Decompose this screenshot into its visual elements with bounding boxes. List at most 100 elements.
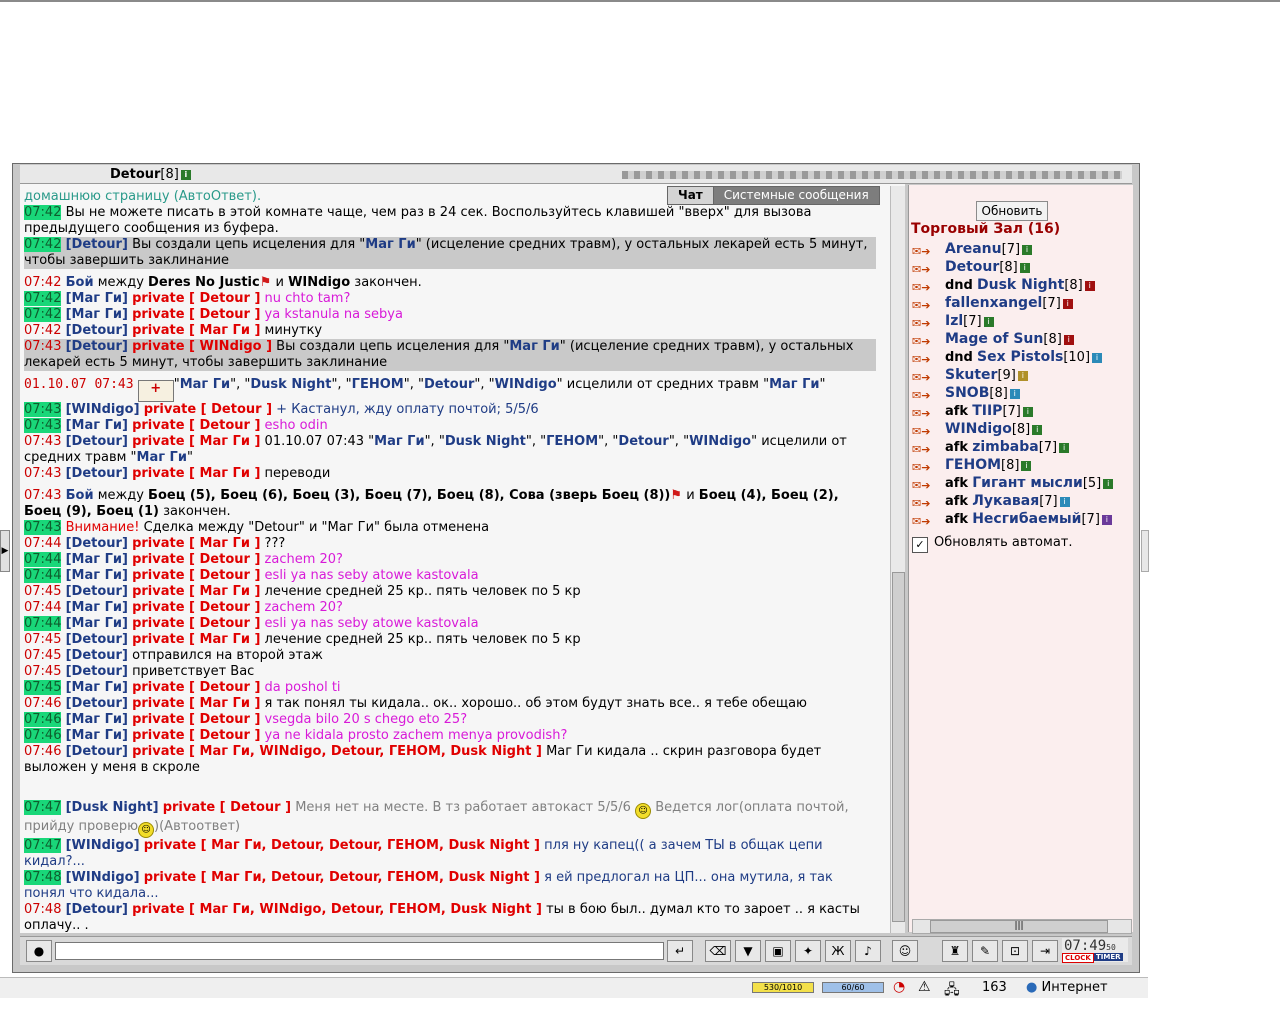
info-icon[interactable]: i bbox=[983, 317, 994, 327]
user-name-link[interactable]: zimbaba bbox=[972, 439, 1038, 455]
nick-link[interactable]: [Detour] bbox=[66, 434, 128, 449]
private-message-icon[interactable]: ✉➔ bbox=[912, 243, 930, 258]
info-icon[interactable]: i bbox=[1017, 371, 1028, 381]
info-icon[interactable]: i bbox=[1009, 389, 1020, 399]
info-icon[interactable]: i bbox=[1084, 281, 1095, 291]
user-list-item[interactable]: ✉➔ afk Несгибаемый[7] i bbox=[912, 510, 1132, 528]
info-icon[interactable]: i bbox=[1022, 407, 1033, 417]
user-entry[interactable]: Detour[8] i bbox=[945, 258, 1030, 277]
nick-link[interactable]: [Dusk Night] bbox=[66, 800, 159, 815]
user-list-item[interactable]: ✉➔ ГЕНОМ[8] i bbox=[912, 456, 1132, 474]
user-entry[interactable]: afk TIIP[7] i bbox=[945, 402, 1033, 421]
private-message-icon[interactable]: ✉➔ bbox=[912, 423, 930, 438]
nick-link[interactable]: [Маг Ги] bbox=[66, 418, 128, 433]
user-entry[interactable]: afk Гигант мысли[5] i bbox=[945, 474, 1114, 493]
user-entry[interactable]: dnd Dusk Night[8] i bbox=[945, 276, 1095, 295]
nick-link[interactable]: [Detour] bbox=[66, 664, 128, 679]
private-message-icon[interactable]: ✉➔ bbox=[912, 297, 930, 312]
message-input[interactable] bbox=[55, 942, 664, 960]
private-message-icon[interactable]: ✉➔ bbox=[912, 441, 930, 456]
nick-link[interactable]: [Detour] bbox=[66, 902, 128, 917]
private-message-icon[interactable]: ✉➔ bbox=[912, 459, 930, 474]
private-message-icon[interactable]: ✉➔ bbox=[912, 405, 930, 420]
nick-link[interactable]: [Маг Ги] bbox=[66, 600, 128, 615]
info-icon[interactable]: i bbox=[1059, 443, 1070, 453]
info-icon[interactable]: i bbox=[1063, 335, 1074, 345]
private-message-icon[interactable]: ✉➔ bbox=[912, 351, 930, 366]
checkbox-icon[interactable]: ✓ bbox=[912, 537, 928, 553]
sidebar-hscroll-thumb[interactable]: ||| bbox=[930, 920, 1108, 933]
nick-link[interactable]: [Detour] bbox=[66, 584, 128, 599]
user-list-item[interactable]: ✉➔ dnd Dusk Night[8] i bbox=[912, 276, 1132, 294]
nick-link[interactable]: [Маг Ги] bbox=[66, 728, 128, 743]
user-list-item[interactable]: ✉➔ afk Лукавая[7] i bbox=[912, 492, 1132, 510]
smiley-button-icon[interactable]: ☺ bbox=[892, 940, 918, 962]
nick-link[interactable]: [Маг Ги] bbox=[66, 568, 128, 583]
private-message-icon[interactable]: ✉➔ bbox=[912, 387, 930, 402]
user-name-link[interactable]: Skuter bbox=[945, 367, 997, 383]
user-entry[interactable]: SNOB[8] i bbox=[945, 384, 1020, 403]
user-name-link[interactable]: Izl bbox=[945, 313, 963, 329]
nick-link[interactable]: [WINdigo] bbox=[66, 870, 140, 885]
auto-refresh-checkbox[interactable]: ✓ Обновлять автомат. bbox=[912, 535, 1073, 553]
translit-icon[interactable]: Ж bbox=[825, 940, 851, 962]
info-icon[interactable]: i bbox=[1021, 461, 1032, 471]
private-message-icon[interactable]: ✉➔ bbox=[912, 495, 930, 510]
user-entry[interactable]: afk Лукавая[7] i bbox=[945, 492, 1070, 511]
smiles-icon[interactable]: ● bbox=[26, 940, 52, 962]
nick-link[interactable]: [Маг Ги] bbox=[66, 307, 128, 322]
user-name-link[interactable]: ГЕНОМ bbox=[945, 457, 1001, 473]
private-message-icon[interactable]: ✉➔ bbox=[912, 477, 930, 492]
info-icon[interactable]: i bbox=[1101, 515, 1112, 525]
nick-link[interactable]: [Detour] bbox=[66, 323, 128, 338]
user-list-item[interactable]: ✉➔ Izl[7] i bbox=[912, 312, 1132, 330]
user-entry[interactable]: fallenxangel[7] i bbox=[945, 294, 1073, 313]
info-icon[interactable]: i bbox=[1019, 263, 1030, 273]
nick-link[interactable]: [Detour] bbox=[66, 466, 128, 481]
user-name-link[interactable]: WINdigo bbox=[945, 421, 1012, 437]
private-message-icon[interactable]: ✉➔ bbox=[912, 369, 930, 384]
lock-icon[interactable]: ⊡ bbox=[1002, 940, 1028, 962]
user-list-item[interactable]: ✉➔ Areanu[7] i bbox=[912, 240, 1132, 258]
user-entry[interactable]: WINdigo[8] i bbox=[945, 420, 1043, 439]
private-message-icon[interactable]: ✉➔ bbox=[912, 279, 930, 294]
save-icon[interactable]: ▣ bbox=[765, 940, 791, 962]
user-name-link[interactable]: Dusk Night bbox=[977, 277, 1064, 293]
user-name-link[interactable]: Areanu bbox=[945, 241, 1002, 257]
info-icon[interactable]: i bbox=[1022, 245, 1033, 255]
user-entry[interactable]: ГЕНОМ[8] i bbox=[945, 456, 1032, 475]
bag-icon[interactable]: ♜ bbox=[942, 940, 968, 962]
user-list-item[interactable]: ✉➔ Skuter[9] i bbox=[912, 366, 1132, 384]
info-icon[interactable]: i bbox=[1062, 299, 1073, 309]
user-entry[interactable]: dnd Sex Pistols[10] i bbox=[945, 348, 1103, 367]
nick-link[interactable]: [Маг Ги] bbox=[66, 680, 128, 695]
chat-scroll-thumb[interactable] bbox=[892, 572, 905, 922]
clock-widget[interactable]: 07:4950 CLOCK TIMER bbox=[1062, 938, 1128, 963]
nick-link[interactable]: [Detour] bbox=[66, 696, 128, 711]
scroll-icon[interactable]: ✎ bbox=[972, 940, 998, 962]
user-entry[interactable]: Skuter[9] i bbox=[945, 366, 1028, 385]
user-list-item[interactable]: ✉➔ dnd Sex Pistols[10] i bbox=[912, 348, 1132, 366]
user-name-link[interactable]: Гигант мысли bbox=[972, 475, 1083, 491]
user-list-item[interactable]: ✉➔ Mage of Sun[8] i bbox=[912, 330, 1132, 348]
user-name-link[interactable]: TIIP bbox=[972, 403, 1002, 419]
user-name-link[interactable]: Несгибаемый bbox=[972, 511, 1081, 527]
user-name-link[interactable]: Лукавая bbox=[972, 493, 1039, 509]
user-name-link[interactable]: Mage of Sun bbox=[945, 331, 1043, 347]
user-name-link[interactable]: SNOB bbox=[945, 385, 989, 401]
user-name-link[interactable]: Detour bbox=[945, 259, 999, 275]
clock-label[interactable]: CLOCK bbox=[1062, 953, 1094, 963]
private-message-icon[interactable]: ✉➔ bbox=[912, 315, 930, 330]
private-message-icon[interactable]: ✉➔ bbox=[912, 513, 930, 528]
fighter-icon[interactable]: ✦ bbox=[795, 940, 821, 962]
right-collapse-toggle[interactable] bbox=[1141, 530, 1149, 572]
user-entry[interactable]: Izl[7] i bbox=[945, 312, 994, 331]
user-list-item[interactable]: ✉➔ afk Гигант мысли[5] i bbox=[912, 474, 1132, 492]
nick-link[interactable]: [WINdigo] bbox=[66, 402, 140, 417]
private-message-icon[interactable]: ✉➔ bbox=[912, 261, 930, 276]
nick-link[interactable]: [Маг Ги] bbox=[66, 616, 128, 631]
user-entry[interactable]: Mage of Sun[8] i bbox=[945, 330, 1074, 349]
nick-link[interactable]: [Detour] bbox=[66, 632, 128, 647]
sound-icon[interactable]: ♪ bbox=[855, 940, 881, 962]
private-message-icon[interactable]: ✉➔ bbox=[912, 333, 930, 348]
